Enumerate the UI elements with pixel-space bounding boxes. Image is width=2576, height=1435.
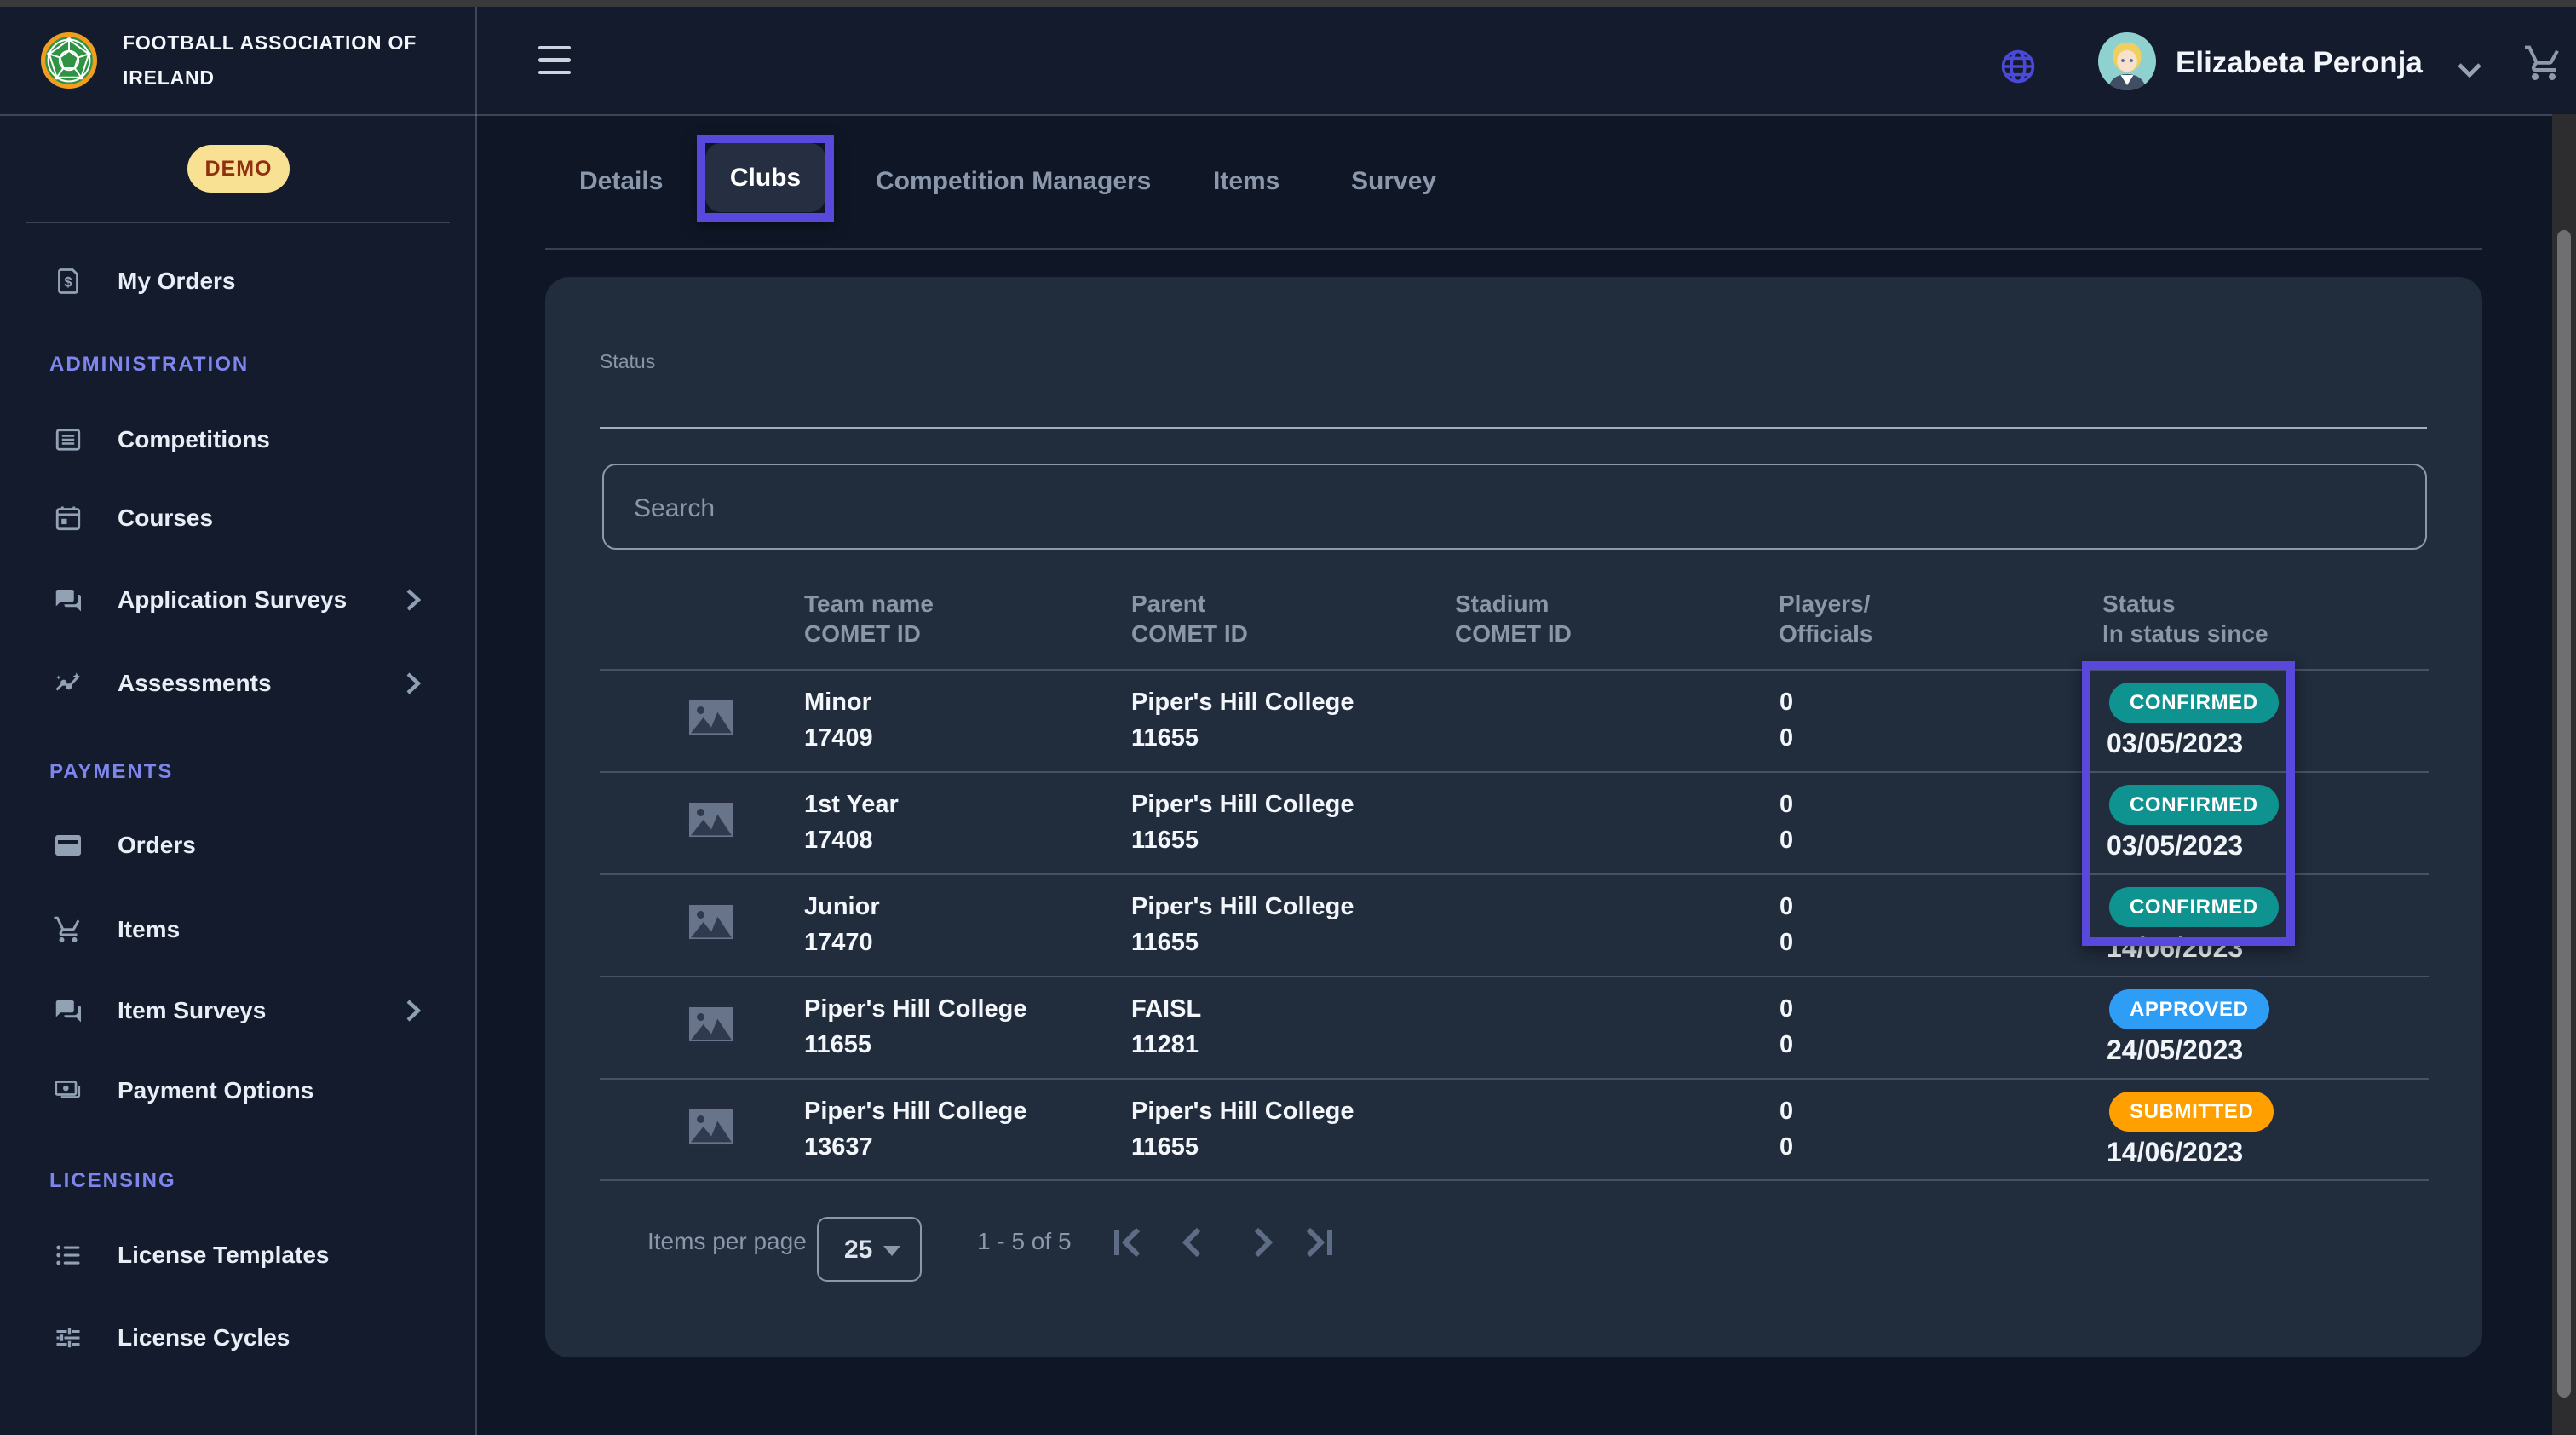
svg-text:$: $ xyxy=(64,275,72,291)
